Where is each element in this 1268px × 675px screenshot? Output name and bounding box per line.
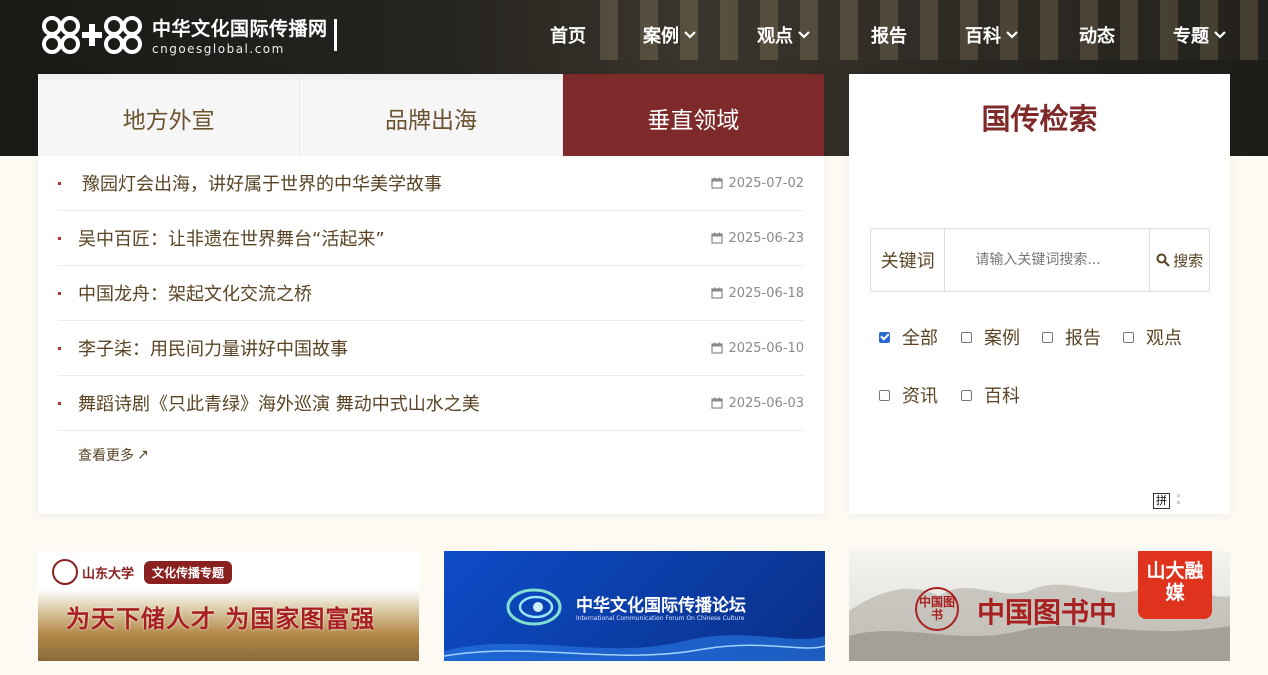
wave-decoration <box>444 635 825 661</box>
bullet-icon <box>58 347 61 350</box>
university-seal-icon <box>52 559 78 585</box>
tab-vertical-fields[interactable]: 垂直领域 <box>562 74 824 156</box>
keyword-label: 关键词 <box>871 229 946 291</box>
arrow-up-right-icon: ↗ <box>137 447 149 463</box>
media-badge: 山大融媒 <box>1138 551 1212 619</box>
checkbox[interactable] <box>1123 331 1134 343</box>
checkbox[interactable] <box>879 331 890 343</box>
news-title[interactable]: 吴中百匠：让非遗在世界舞台“活起来” <box>78 225 711 251</box>
news-date: 2025-06-18 <box>711 286 804 301</box>
banner-shandong-university[interactable]: 山东大学 文化传播专题 为天下储人才 为国家图富强 <box>38 551 419 661</box>
news-date: 2025-06-23 <box>711 231 804 246</box>
ime-pinyin-key[interactable]: 拼 <box>1153 493 1170 509</box>
list-item[interactable]: 豫园灯会出海，讲好属于世界的中华美学故事 2025-07-02 <box>58 156 804 211</box>
news-title[interactable]: 李子柒：用民间力量讲好中国故事 <box>78 335 711 361</box>
banner-forum[interactable]: 中华文化国际传播论坛 International Communication F… <box>444 551 825 661</box>
filter-cases[interactable]: 案例 <box>961 324 1020 350</box>
bullet-icon <box>58 402 61 405</box>
bullet-icon <box>58 292 61 295</box>
nav-item-cases[interactable]: 案例 <box>643 22 697 48</box>
filter-views[interactable]: 观点 <box>1123 324 1182 350</box>
news-date: 2025-06-10 <box>711 341 804 356</box>
search-panel: 国传检索 关键词 搜索 全部 案例 报告 观点 资讯 <box>849 74 1230 514</box>
view-more-link[interactable]: 查看更多 ↗ <box>58 431 804 465</box>
news-panel: 地方外宣 品牌出海 垂直领域 豫园灯会出海，讲好属于世界的中华美学故事 2025… <box>38 74 824 514</box>
nav-item-home[interactable]: 首页 <box>550 22 586 48</box>
book-seal: 中国图书 <box>915 587 959 631</box>
ime-indicator[interactable]: 拼 ◦ ◦ <box>1153 493 1181 509</box>
news-date: 2025-06-03 <box>711 396 804 411</box>
tab-local-publicity[interactable]: 地方外宣 <box>38 74 301 156</box>
calendar-icon <box>711 177 724 189</box>
tab-bar: 地方外宣 品牌出海 垂直领域 <box>38 74 824 156</box>
calendar-icon <box>711 342 724 354</box>
book-center-title: 中国图书中 <box>977 596 1118 629</box>
list-item[interactable]: 中国龙舟：架起文化交流之桥 2025-06-18 <box>58 266 804 321</box>
checkbox[interactable] <box>879 389 890 401</box>
tab-brand-overseas[interactable]: 品牌出海 <box>300 74 563 156</box>
filter-all[interactable]: 全部 <box>879 324 938 350</box>
nav-item-encyclopedia[interactable]: 百科 <box>965 22 1019 48</box>
ime-menu-icon[interactable]: ◦ ◦ <box>1176 493 1181 509</box>
banner-header: 山东大学 文化传播专题 <box>52 559 233 585</box>
chevron-down-icon <box>1214 31 1226 39</box>
chevron-down-icon <box>798 31 810 39</box>
search-title: 国传检索 <box>981 102 1098 136</box>
news-title[interactable]: 中国龙舟：架起文化交流之桥 <box>78 280 711 306</box>
list-item[interactable]: 吴中百匠：让非遗在世界舞台“活起来” 2025-06-23 <box>58 211 804 266</box>
filter-reports[interactable]: 报告 <box>1042 324 1101 350</box>
nav-item-views[interactable]: 观点 <box>757 22 811 48</box>
chevron-down-icon <box>1006 31 1018 39</box>
news-list: 豫园灯会出海，讲好属于世界的中华美学故事 2025-07-02 吴中百匠：让非遗… <box>38 156 824 465</box>
calendar-icon <box>711 232 724 244</box>
calendar-icon <box>711 397 724 409</box>
search-icon <box>1156 253 1170 267</box>
banner-book-center[interactable]: 中国图书 中国图书中 山大融媒 <box>849 551 1230 661</box>
news-title[interactable]: 舞蹈诗剧《只此青绿》海外巡演 舞动中式山水之美 <box>78 390 711 416</box>
bullet-icon <box>58 182 61 185</box>
search-bar: 关键词 搜索 <box>870 228 1210 292</box>
search-button[interactable]: 搜索 <box>1149 229 1209 291</box>
nav-item-news[interactable]: 动态 <box>1079 22 1115 48</box>
list-item[interactable]: 舞蹈诗剧《只此青绿》海外巡演 舞动中式山水之美 2025-06-03 <box>58 376 804 431</box>
banner-slogan: 为天下储人才 为国家图富强 <box>66 604 376 633</box>
calendar-icon <box>711 287 724 299</box>
chevron-down-icon <box>684 31 696 39</box>
news-title[interactable]: 豫园灯会出海，讲好属于世界的中华美学故事 <box>78 170 711 196</box>
forum-title: 中华文化国际传播论坛 <box>576 596 746 616</box>
filter-news[interactable]: 资讯 <box>879 382 938 408</box>
nav-item-topics[interactable]: 专题 <box>1173 22 1227 48</box>
bullet-icon <box>58 237 61 240</box>
news-date: 2025-07-02 <box>711 176 804 191</box>
checkbox[interactable] <box>961 331 972 343</box>
topic-tag: 文化传播专题 <box>144 560 233 584</box>
list-item[interactable]: 李子柒：用民间力量讲好中国故事 2025-06-10 <box>58 321 804 376</box>
nav-item-reports[interactable]: 报告 <box>871 22 907 48</box>
main-nav: 首页 案例 观点 报告 百科 动态 专题 <box>0 22 1268 52</box>
filter-encyclopedia[interactable]: 百科 <box>961 382 1020 408</box>
search-input[interactable] <box>945 229 1150 291</box>
checkbox[interactable] <box>1042 331 1053 343</box>
university-name: 山东大学 <box>82 566 135 582</box>
checkbox[interactable] <box>961 389 972 401</box>
